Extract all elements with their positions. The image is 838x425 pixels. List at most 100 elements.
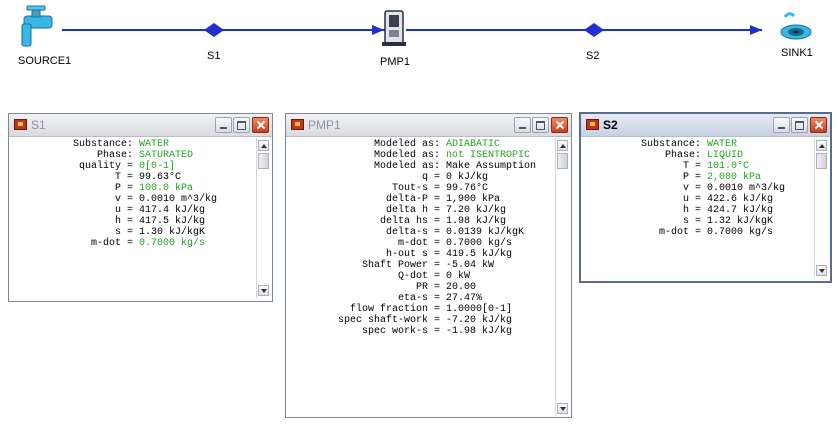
property-value[interactable]: 424.7 kJ/kg <box>707 205 773 216</box>
scroll-thumb[interactable] <box>816 153 827 169</box>
property-value[interactable]: 422.6 kJ/kg <box>707 194 773 205</box>
property-value[interactable]: 0.7000 kg/s <box>139 238 205 249</box>
property-value[interactable]: 1.30 kJ/kgK <box>139 227 205 238</box>
property-label: h-out s = <box>385 249 440 260</box>
property-label: Phase: <box>96 150 133 161</box>
scroll-down-arrow-icon[interactable] <box>557 403 568 414</box>
scroll-down-arrow-icon[interactable] <box>816 265 827 276</box>
property-value[interactable]: 99.76°C <box>446 183 488 194</box>
scroll-thumb[interactable] <box>557 153 568 169</box>
stream-diamond-icon[interactable] <box>584 23 604 37</box>
pmp1-label[interactable]: PMP1 <box>380 56 410 68</box>
close-button[interactable] <box>810 117 827 133</box>
property-value[interactable]: 1.98 kJ/kg <box>446 216 506 227</box>
property-value[interactable]: 0[0-1] <box>139 161 175 172</box>
property-value[interactable]: 417.4 kJ/kg <box>139 205 205 216</box>
property-row: delta-s = 0.0139 kJ/kgK <box>290 227 536 238</box>
property-value[interactable]: 99.63°C <box>139 172 181 183</box>
scrollbar[interactable] <box>555 138 569 416</box>
property-value[interactable]: 27.47% <box>446 293 482 304</box>
stream-diamond-icon[interactable] <box>204 23 224 37</box>
property-row: delta hs = 1.98 kJ/kg <box>290 216 536 227</box>
minimize-button[interactable] <box>773 117 790 133</box>
s2-window[interactable]: S2 Substance: WATER Phase: LIQUID T = 101.… <box>579 112 832 283</box>
property-label: h = <box>682 205 701 216</box>
property-value[interactable]: 0.0010 m^3/kg <box>707 183 785 194</box>
property-value[interactable]: not ISENTROPIC <box>446 150 530 161</box>
property-label: m-dot = <box>90 238 133 249</box>
property-row: h = 424.7 kJ/kg <box>585 205 785 216</box>
property-value[interactable]: 0 kJ/kg <box>446 172 488 183</box>
scroll-thumb[interactable] <box>258 153 269 169</box>
property-value[interactable]: 1.32 kJ/kgK <box>707 216 773 227</box>
close-button[interactable] <box>551 117 568 133</box>
property-value[interactable]: -7.20 kJ/kg <box>446 315 512 326</box>
property-label: delta hs = <box>379 216 440 227</box>
property-row: flow fraction = 1.0000[0-1] <box>290 304 536 315</box>
property-label: m-dot = <box>397 238 440 249</box>
property-value[interactable]: 1.0000[0-1] <box>446 304 512 315</box>
property-value[interactable]: 0.0139 kJ/kgK <box>446 227 524 238</box>
maximize-button[interactable] <box>233 117 250 133</box>
property-value[interactable]: 100.0 kPa <box>139 183 193 194</box>
source1-label[interactable]: SOURCE1 <box>18 55 71 67</box>
property-value[interactable]: 1,900 kPa <box>446 194 500 205</box>
property-row: delta-P = 1,900 kPa <box>290 194 536 205</box>
property-row: Modeled as: Make Assumption <box>290 161 536 172</box>
scroll-up-arrow-icon[interactable] <box>816 140 827 151</box>
property-value[interactable]: -1.98 kJ/kg <box>446 326 512 337</box>
property-value[interactable]: 2,000 kPa <box>707 172 761 183</box>
property-label: m-dot = <box>658 227 701 238</box>
property-value[interactable]: WATER <box>139 139 169 150</box>
maximize-button[interactable] <box>791 117 808 133</box>
property-value[interactable]: Make Assumption <box>446 161 536 172</box>
property-value[interactable]: 0.7000 kg/s <box>707 227 773 238</box>
property-value[interactable]: 20.00 <box>446 282 476 293</box>
pmp1-titlebar[interactable]: PMP1 <box>286 114 571 137</box>
property-value[interactable]: 0 kW <box>446 271 470 282</box>
scroll-up-arrow-icon[interactable] <box>258 140 269 151</box>
s2-titlebar[interactable]: S2 <box>581 114 830 137</box>
faucet-icon[interactable] <box>21 5 53 47</box>
property-label: Substance: <box>72 139 133 150</box>
maximize-button[interactable] <box>532 117 549 133</box>
property-value[interactable]: 419.5 kJ/kg <box>446 249 512 260</box>
s1-titlebar[interactable]: S1 <box>9 114 272 137</box>
drain-icon[interactable] <box>780 12 812 40</box>
property-value[interactable]: ADIABATIC <box>446 139 500 150</box>
property-value[interactable]: 417.5 kJ/kg <box>139 216 205 227</box>
property-label: delta h = <box>385 205 440 216</box>
minimize-button[interactable] <box>215 117 232 133</box>
flowsheet-canvas[interactable] <box>0 0 838 100</box>
property-value[interactable]: SATURATED <box>139 150 193 161</box>
s2-label[interactable]: S2 <box>586 50 599 62</box>
sink1-label[interactable]: SINK1 <box>781 47 813 59</box>
scroll-up-arrow-icon[interactable] <box>557 140 568 151</box>
stream-line[interactable] <box>62 25 762 35</box>
property-label: P = <box>682 172 701 183</box>
property-value[interactable]: WATER <box>707 139 737 150</box>
property-row: m-dot = 0.7000 kg/s <box>585 227 785 238</box>
property-row: m-dot = 0.7000 kg/s <box>290 238 536 249</box>
s1-label[interactable]: S1 <box>207 50 220 62</box>
property-value[interactable]: 101.0°C <box>707 161 749 172</box>
property-label: PR = <box>415 282 440 293</box>
property-label: q = <box>421 172 440 183</box>
property-row: m-dot = 0.7000 kg/s <box>13 238 217 249</box>
property-row: Tout-s = 99.76°C <box>290 183 536 194</box>
property-value[interactable]: 7.20 kJ/kg <box>446 205 506 216</box>
minimize-button[interactable] <box>514 117 531 133</box>
scrollbar[interactable] <box>256 138 270 298</box>
close-button[interactable] <box>252 117 269 133</box>
pmp1-window[interactable]: PMP1 Modeled as: ADIABATIC Modeled as: no… <box>285 113 572 418</box>
s1-window[interactable]: S1 Substance: WATER Phase: SATURATED quali… <box>8 113 273 302</box>
property-value[interactable]: 0.0010 m^3/kg <box>139 194 217 205</box>
property-value[interactable]: 0.7000 kg/s <box>446 238 512 249</box>
property-value[interactable]: -5.04 kW <box>446 260 494 271</box>
property-label: Modeled as: <box>373 161 440 172</box>
property-value[interactable]: LIQUID <box>707 150 743 161</box>
property-row: T = 101.0°C <box>585 161 785 172</box>
scrollbar[interactable] <box>814 138 828 278</box>
pump-icon[interactable] <box>382 10 406 46</box>
scroll-down-arrow-icon[interactable] <box>258 285 269 296</box>
